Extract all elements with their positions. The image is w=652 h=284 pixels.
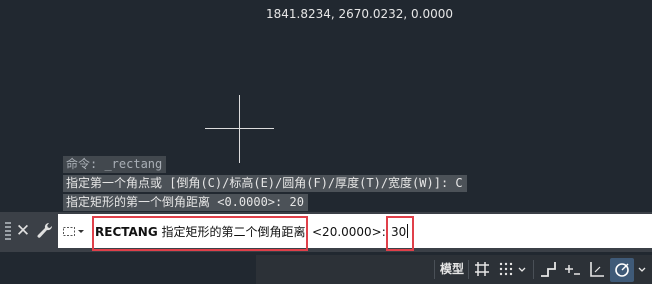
command-history: 命令: _rectang 指定第一个角点或 [倒角(C)/标高(E)/圆角(F)… [63, 153, 467, 211]
default-value: <20.0000>: [312, 225, 386, 239]
dynamic-input-icon[interactable] [562, 259, 582, 279]
recent-commands-icon[interactable] [62, 225, 86, 239]
model-space-button[interactable]: 模型 [440, 262, 464, 277]
polar-tracking-icon[interactable] [587, 259, 607, 279]
wrench-icon[interactable] [36, 221, 54, 241]
object-snap-icon[interactable] [612, 260, 632, 280]
grid-icon[interactable] [472, 259, 492, 279]
snap-mode-icon[interactable] [496, 259, 516, 279]
close-icon[interactable]: ✕ [15, 220, 31, 242]
status-divider [468, 260, 469, 279]
status-divider [434, 260, 435, 279]
highlight-box-value [386, 216, 414, 251]
chevron-down-icon[interactable] [516, 259, 528, 279]
drag-grip-icon[interactable] [5, 222, 11, 242]
history-line: 命令: _rectang [63, 156, 167, 173]
history-line: 指定矩形的第一个倒角距离 <0.0000>: 20 [63, 194, 308, 211]
coordinates-readout[interactable]: 1841.8234, 2670.0232, 0.0000 [266, 7, 453, 22]
highlight-box-prompt [92, 216, 308, 251]
status-divider [533, 260, 534, 279]
chevron-down-icon[interactable] [636, 259, 648, 279]
history-line: 指定第一个角点或 [倒角(C)/标高(E)/圆角(F)/厚度(T)/宽度(W)]… [63, 175, 467, 192]
ortho-mode-icon[interactable] [538, 259, 558, 279]
